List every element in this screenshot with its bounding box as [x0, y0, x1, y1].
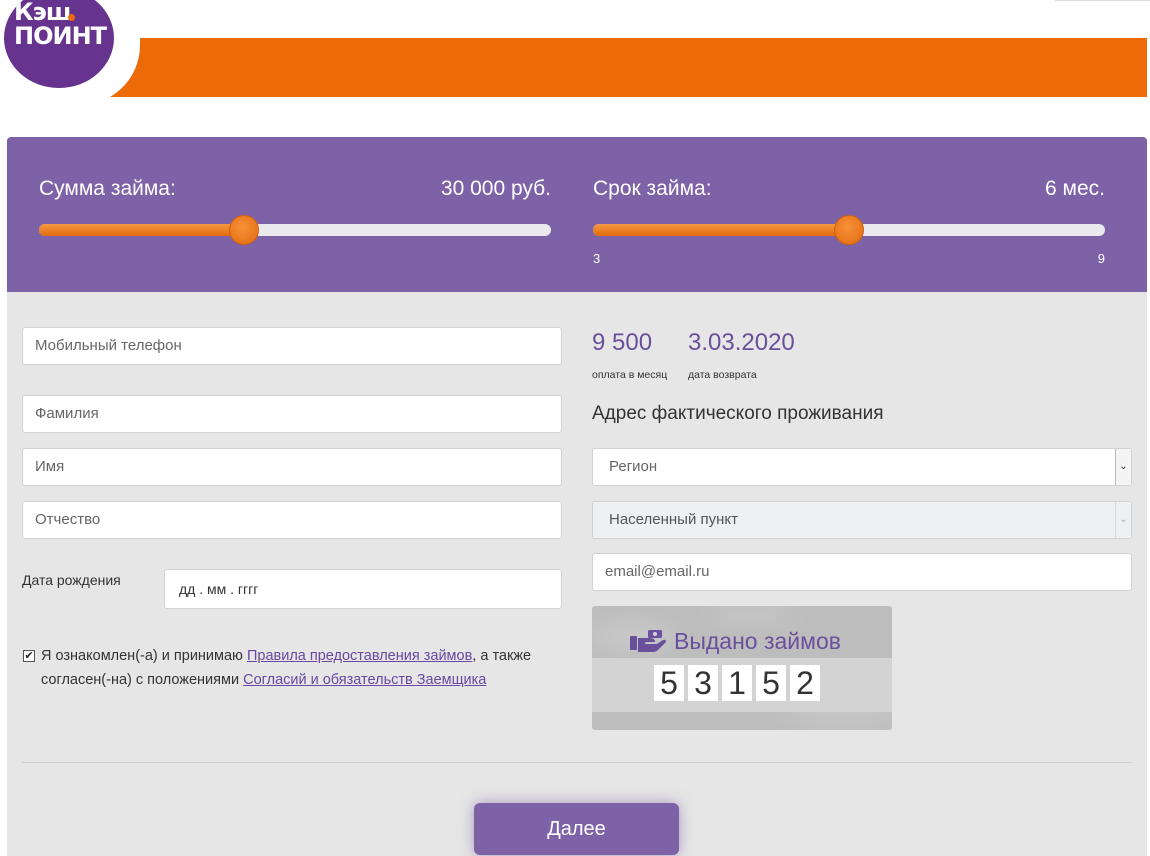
next-button[interactable]: Далее — [474, 803, 679, 855]
term-slider-title: Срок займа: — [593, 177, 712, 200]
address-title: Адрес фактического проживания — [592, 403, 884, 424]
term-slider-handle[interactable] — [834, 215, 864, 245]
form-divider — [22, 762, 1132, 763]
term-max-label: 9 — [1097, 251, 1105, 266]
dob-label: Дата рождения — [22, 572, 121, 588]
counter-digit: 5 — [654, 665, 684, 701]
firstname-input[interactable]: Имя — [22, 448, 562, 486]
chevron-down-icon: ⌄ — [1115, 449, 1131, 485]
logo-text: Кэш поинт — [14, 0, 114, 48]
term-slider-block: Срок займа: 6 мес. 3 9 — [593, 137, 1105, 292]
patronymic-input[interactable]: Отчество — [22, 501, 562, 539]
counter-digit: 1 — [722, 665, 752, 701]
top-edge-line — [1055, 0, 1150, 1]
logo-line-2: поинт — [14, 22, 107, 50]
monthly-payment-value: 9 500 — [592, 329, 653, 356]
loan-rules-link[interactable]: Правила предоставления займов — [247, 648, 472, 664]
phone-input[interactable]: Мобильный телефон — [22, 327, 562, 365]
email-input[interactable]: email@email.ru — [592, 553, 1132, 591]
header-orange-band — [96, 38, 1147, 97]
logo-dot-icon — [68, 14, 75, 21]
lastname-input[interactable]: Фамилия — [22, 395, 562, 433]
borrower-obligations-link[interactable]: Согласий и обязательств Заемщика — [243, 672, 486, 688]
locality-select[interactable]: Населенный пункт ⌄ — [592, 501, 1132, 539]
logo-line-1: Кэш — [14, 0, 71, 26]
locality-select-value: Населенный пункт — [609, 511, 739, 528]
agreement-text-part-1: Я ознакомлен(-а) и принимаю — [41, 648, 247, 664]
return-date-value: 3.03.2020 — [688, 329, 795, 356]
loans-issued-counter: Выдано займов 5 3 1 5 2 — [592, 606, 892, 730]
counter-title: Выдано займов — [674, 628, 841, 654]
chevron-down-icon: ⌄ — [1115, 502, 1131, 538]
term-slider-track[interactable] — [593, 215, 1105, 245]
loan-application-card: Сумма займа: 30 000 руб. Срок займа: 6 м… — [7, 137, 1147, 856]
region-select-value: Регион — [609, 458, 658, 475]
amount-slider-handle[interactable] — [228, 215, 259, 245]
amount-slider-block: Сумма займа: 30 000 руб. — [39, 137, 551, 292]
counter-digit: 2 — [790, 665, 820, 701]
handshake-money-icon — [630, 630, 666, 652]
loan-calculator-panel: Сумма займа: 30 000 руб. Срок займа: 6 м… — [7, 137, 1147, 292]
term-min-label: 3 — [593, 251, 601, 266]
region-select[interactable]: Регион ⌄ — [592, 448, 1132, 486]
counter-digits: 5 3 1 5 2 — [654, 665, 820, 701]
agreement-text: Я ознакомлен(-а) и принимаю Правила пред… — [41, 644, 551, 692]
amount-slider-fill — [39, 224, 244, 236]
counter-digit: 3 — [688, 665, 718, 701]
term-slider-value: 6 мес. — [1045, 177, 1105, 200]
dob-input[interactable]: дд . мм . гггг — [164, 569, 562, 609]
return-date-label: дата возврата — [688, 369, 757, 381]
amount-slider-track[interactable] — [39, 215, 551, 245]
term-slider-fill — [593, 224, 849, 236]
monthly-payment-label: оплата в месяц — [592, 369, 668, 381]
agreement-checkbox[interactable]: ✔ — [23, 650, 35, 662]
amount-slider-value: 30 000 руб. — [440, 177, 551, 200]
counter-digit: 5 — [756, 665, 786, 701]
amount-slider-title: Сумма займа: — [39, 177, 176, 200]
